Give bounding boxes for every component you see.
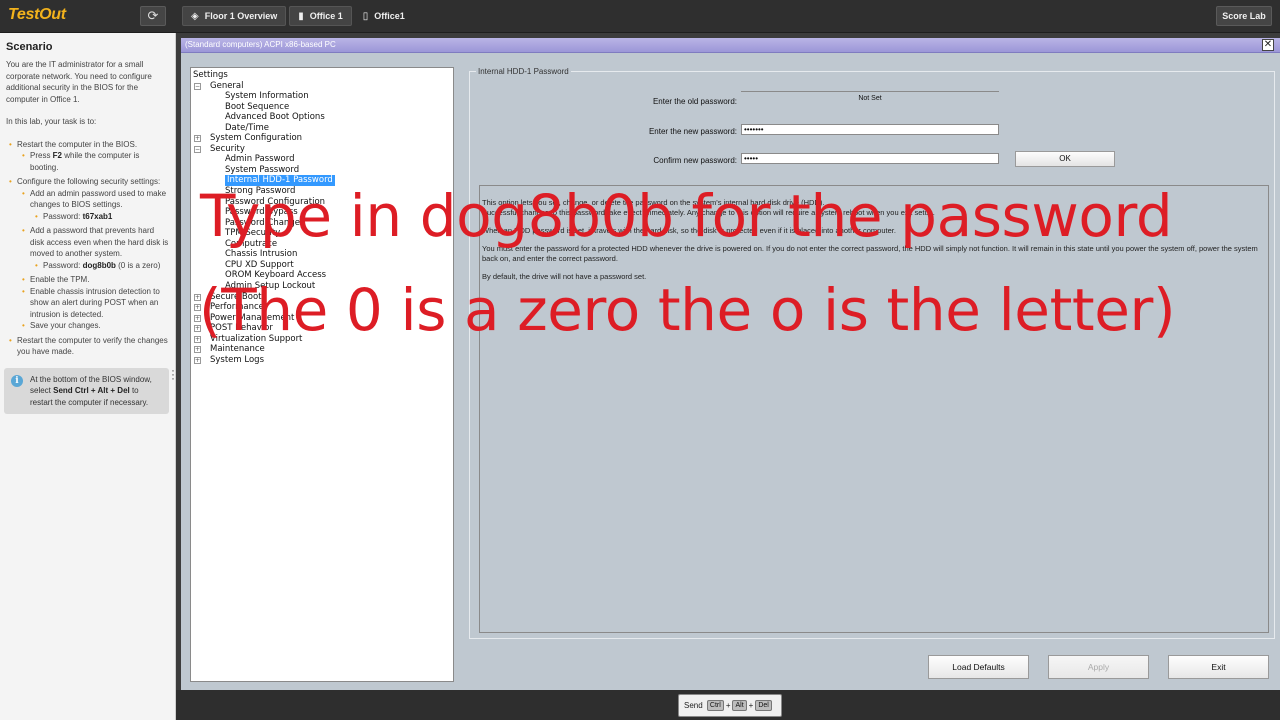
crumb-office1: ▯ Office1 [355,6,413,26]
confirm-password-label: Confirm new password: [653,156,737,165]
crumb-floor-overview[interactable]: ◈ Floor 1 Overview [182,6,287,26]
window-title: (Standard computers) ACPI x86-based PC [185,40,336,49]
ok-button[interactable]: OK [1015,151,1115,167]
expand-icon[interactable]: + [194,135,201,143]
settings-tree: Settings − General System Information Boot … [190,67,454,682]
load-defaults-button[interactable]: Load Defaults [928,655,1029,679]
task-subitem: Save your changes. [17,320,169,332]
close-icon[interactable]: ✕ [1262,39,1274,51]
tree-item[interactable]: System Configuration [210,133,302,144]
tree-item[interactable]: System Password [225,165,299,176]
task-subitem: Password: t67xab1 [30,211,169,223]
group-title: Internal HDD-1 Password [476,67,571,76]
crumb-label: Floor 1 Overview [204,11,278,21]
tree-item[interactable]: Date/Time [225,123,269,134]
scenario-panel: Scenario You are the IT administrator fo… [0,33,176,720]
task-subitem: Enable chassis intrusion detection to sh… [17,286,169,321]
new-password-label: Enter the new password: [648,127,737,136]
task-subitem: Press F2 while the computer is booting. [17,150,169,173]
task-subitem: Add an admin password used to make chang… [17,188,169,223]
task-subitem: Enable the TPM. [17,274,169,286]
tree-item[interactable]: Chassis Intrusion [225,249,297,260]
exit-button[interactable]: Exit [1168,655,1269,679]
info-box: i At the bottom of the BIOS window, sele… [4,367,169,414]
new-password-input[interactable]: ••••••• [741,124,999,135]
old-password-label: Enter the old password: [652,97,737,106]
task-item: Configure the following security setting… [6,176,169,332]
task-intro: In this lab, your task is to: [6,117,97,126]
apply-button[interactable]: Apply [1048,655,1149,679]
crumb-label: Office1 [374,11,405,21]
refresh-icon: ⟳ [147,8,159,23]
task-subitem: Password: dog8b0b (0 is a zero) [30,260,169,272]
old-password-field: Not Set [741,91,999,102]
tree-item[interactable]: Boot Sequence [225,102,289,113]
ctrl-key: Ctrl [706,700,724,711]
bios-window: (Standard computers) ACPI x86-based PC ✕… [181,38,1280,690]
crumb-office-1[interactable]: ▮ Office 1 [289,6,352,26]
send-label: Send [684,701,703,710]
tree-item[interactable]: Admin Password [225,154,295,165]
collapse-icon[interactable]: − [194,82,201,90]
breadcrumb: ◈ Floor 1 Overview ▮ Office 1 ▯ Office1 [182,6,413,26]
collapse-icon[interactable]: − [194,145,201,153]
crumb-label: Office 1 [309,11,343,21]
layers-icon: ◈ [191,10,199,22]
top-bar: TestOut ⟳ ◈ Floor 1 Overview ▮ Office 1 … [0,0,1280,33]
overlay-instruction-line-1: Type in dog8b0b for the password [200,182,1173,250]
task-item: Restart the computer to verify the chang… [6,335,169,358]
tree-root[interactable]: Settings [193,70,228,81]
tree-item[interactable]: Maintenance [210,344,265,355]
tree-item[interactable]: System Logs [210,355,264,366]
expand-icon[interactable]: + [194,356,201,364]
panel-resize-handle[interactable]: · · · [171,364,175,384]
tree-item[interactable]: System Information [225,91,309,102]
send-ctrl-alt-del-button[interactable]: Send Ctrl + Alt + Del [678,694,782,717]
expand-icon[interactable]: + [194,346,201,354]
scenario-intro: You are the IT administrator for a small… [6,60,152,104]
overlay-instruction-line-2: (The 0 is a zero the o is the letter) [199,276,1176,344]
description-box: This option lets you set, change, or del… [479,185,1269,633]
testout-logo: TestOut [8,6,66,23]
task-item: Restart the computer in the BIOS. Press … [6,139,169,174]
tree-item[interactable]: General [210,81,244,92]
window-title-bar: (Standard computers) ACPI x86-based PC ✕ [181,38,1280,53]
task-subitem: Add a password that prevents hard disk a… [17,225,169,271]
del-key: Del [755,700,772,711]
alt-key: Alt [732,700,747,711]
tree-item[interactable]: CPU XD Support [225,260,294,271]
confirm-password-input[interactable]: ••••• [741,153,999,164]
computer-icon: ▮ [298,10,304,22]
score-lab-button[interactable]: Score Lab [1216,6,1272,26]
task-list: Restart the computer in the BIOS. Press … [6,139,169,358]
scenario-title: Scenario [6,41,53,53]
page-icon: ▯ [362,10,369,22]
tree-item[interactable]: Advanced Boot Options [225,112,325,123]
refresh-button[interactable]: ⟳ [140,6,166,26]
tree-item[interactable]: Security [210,144,245,155]
info-icon: i [11,374,23,387]
